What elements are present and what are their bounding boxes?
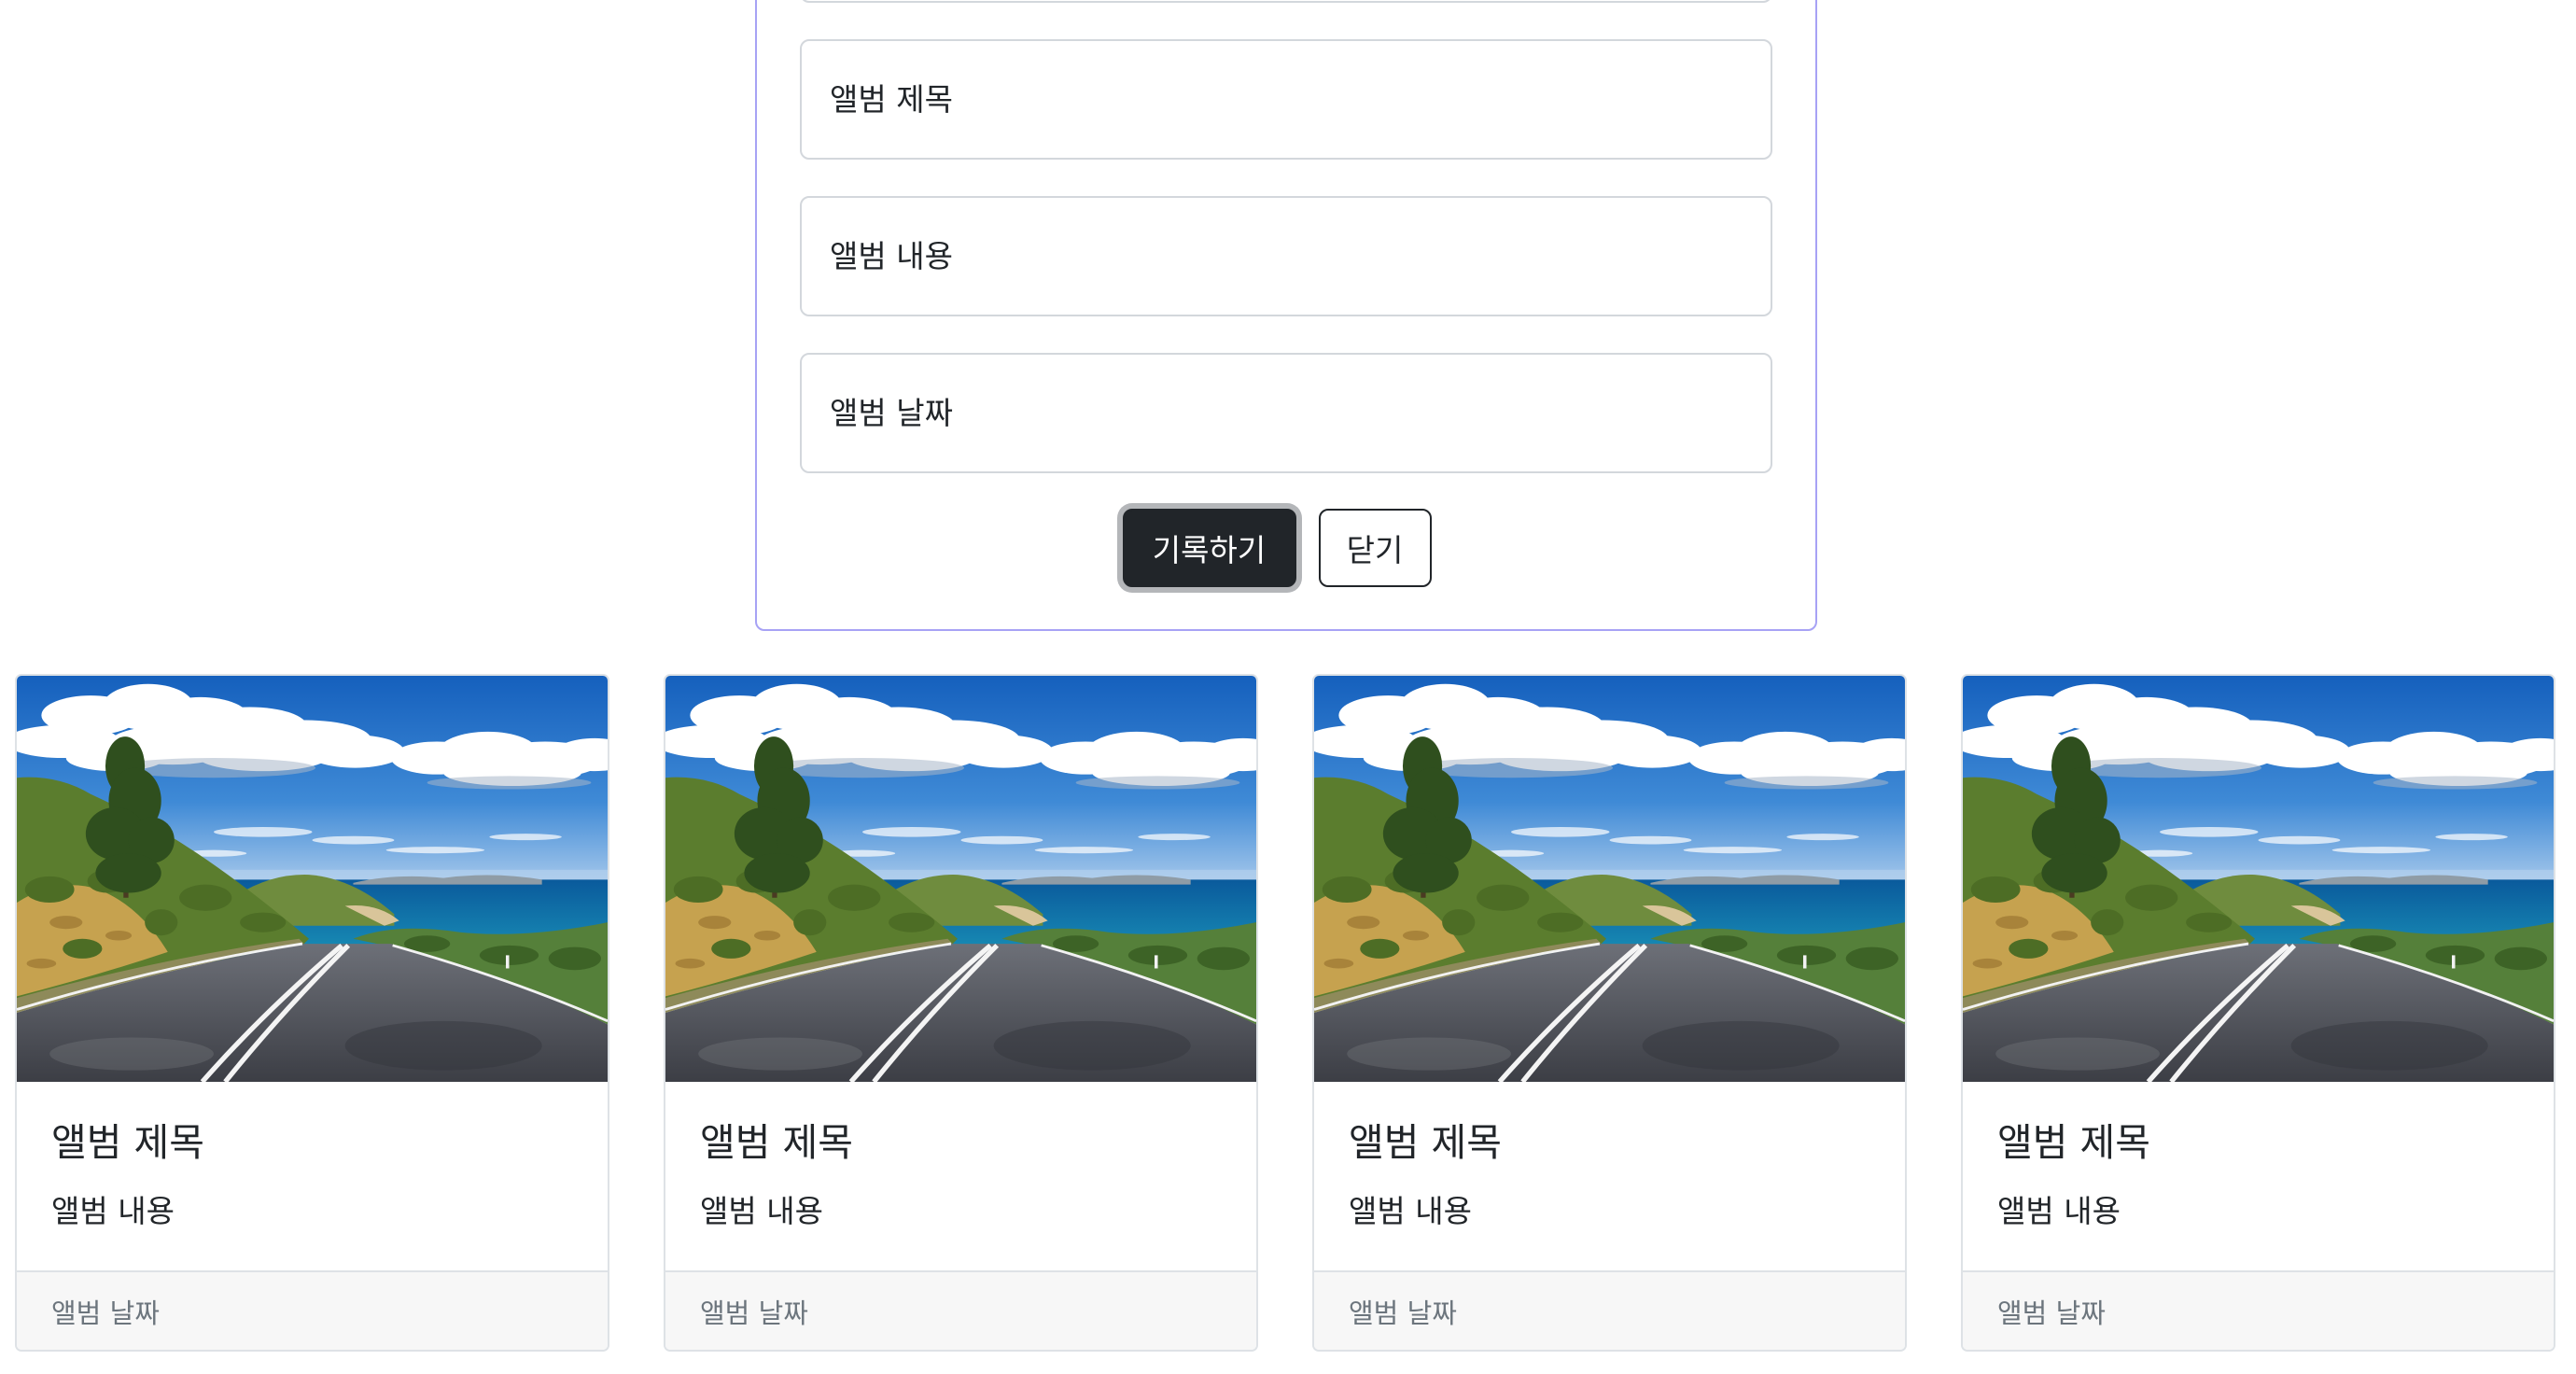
album-cover-image (1314, 676, 1905, 1082)
album-form-panel: 기록하기 닫기 (755, 0, 1817, 631)
album-card-date: 앨범 날짜 (1963, 1270, 2554, 1350)
album-card: 앨범 제목 앨범 내용 앨범 날짜 (15, 674, 609, 1352)
album-card-title: 앨범 제목 (700, 1120, 853, 1165)
album-cover-image (1963, 676, 2554, 1082)
close-button[interactable]: 닫기 (1318, 509, 1432, 587)
album-card-body: 앨범 제목 앨범 내용 (1963, 1082, 2554, 1270)
album-card: 앨범 제목 앨범 내용 앨범 날짜 (664, 674, 1258, 1352)
form-field-partial[interactable] (800, 0, 1772, 3)
album-card: 앨범 제목 앨범 내용 앨범 날짜 (1961, 674, 2555, 1352)
album-card-date: 앨범 날짜 (665, 1270, 1256, 1350)
album-card-text: 앨범 내용 (1997, 1193, 2121, 1229)
album-card-date: 앨범 날짜 (17, 1270, 608, 1350)
album-card-title: 앨범 제목 (51, 1120, 204, 1165)
album-card-body: 앨범 제목 앨범 내용 (665, 1082, 1256, 1270)
album-card-text: 앨범 내용 (51, 1193, 175, 1229)
album-card-grid: 앨범 제목 앨범 내용 앨범 날짜 앨범 제목 앨범 내용 앨범 날짜 앨범 제… (15, 674, 2555, 1352)
album-card: 앨범 제목 앨범 내용 앨범 날짜 (1312, 674, 1907, 1352)
album-card-body: 앨범 제목 앨범 내용 (1314, 1082, 1905, 1270)
album-title-input[interactable] (800, 39, 1772, 160)
album-cover-image (665, 676, 1256, 1082)
form-actions: 기록하기 닫기 (800, 509, 1772, 587)
album-cover-image (17, 676, 608, 1082)
album-content-input[interactable] (800, 196, 1772, 316)
album-date-input[interactable] (800, 353, 1772, 473)
album-card-title: 앨범 제목 (1349, 1120, 1502, 1165)
album-card-body: 앨범 제목 앨범 내용 (17, 1082, 608, 1270)
album-card-date: 앨범 날짜 (1314, 1270, 1905, 1350)
submit-record-button[interactable]: 기록하기 (1122, 509, 1296, 587)
album-card-text: 앨범 내용 (700, 1193, 823, 1229)
album-card-text: 앨범 내용 (1349, 1193, 1472, 1229)
album-card-title: 앨범 제목 (1997, 1120, 2150, 1165)
